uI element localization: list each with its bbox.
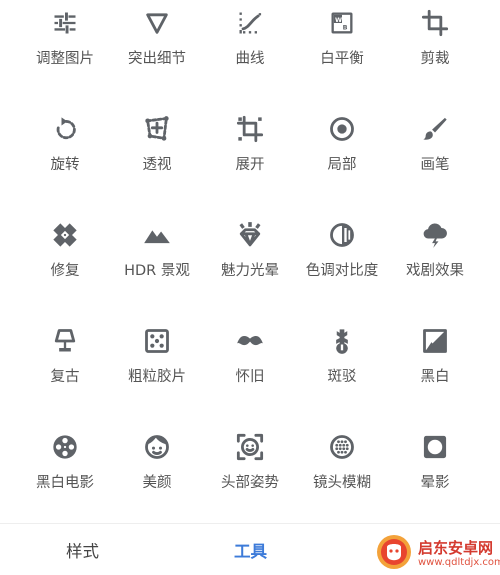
tool-head-pose[interactable]: 头部姿势 xyxy=(204,432,296,512)
tool-healing[interactable]: 修复 xyxy=(19,220,111,300)
tool-grainy-film[interactable]: 粗粒胶片 xyxy=(111,326,203,406)
tool-label: 斑驳 xyxy=(327,369,357,385)
mustache-icon xyxy=(235,326,265,356)
tool-crop[interactable]: 剪裁 xyxy=(389,8,481,88)
tool-hdr-scape[interactable]: HDR 景观 xyxy=(111,220,203,300)
tool-vintage[interactable]: 复古 xyxy=(19,326,111,406)
vintage-lamp-icon xyxy=(50,326,80,356)
mountains-icon xyxy=(142,220,172,250)
tool-label: 旋转 xyxy=(50,157,80,173)
black-white-photo-icon xyxy=(420,326,450,356)
tool-curves[interactable]: 曲线 xyxy=(204,8,296,88)
vignette-icon xyxy=(420,432,450,462)
tool-label: 粗粒胶片 xyxy=(128,369,186,385)
tonal-contrast-icon xyxy=(327,220,357,250)
tool-label: 展开 xyxy=(235,157,265,173)
tool-label: HDR 景观 xyxy=(124,263,190,279)
tool-label: 透视 xyxy=(142,157,172,173)
tool-label: 画笔 xyxy=(420,157,450,173)
tool-vignette[interactable]: 晕影 xyxy=(389,432,481,512)
tool-glamour-glow[interactable]: 魅力光晕 xyxy=(204,220,296,300)
tool-label: 美颜 xyxy=(142,475,172,491)
tool-label: 剪裁 xyxy=(420,51,450,67)
tool-label: 复古 xyxy=(50,369,80,385)
watermark-logo-icon xyxy=(377,535,411,569)
tool-face-enhance[interactable]: 美颜 xyxy=(111,432,203,512)
svg-text:W: W xyxy=(335,16,342,24)
crop-icon xyxy=(420,8,450,38)
tool-label: 曲线 xyxy=(235,51,265,67)
film-reel-icon xyxy=(50,432,80,462)
grainy-film-dice-icon xyxy=(142,326,172,356)
brush-icon xyxy=(420,114,450,144)
selective-target-icon xyxy=(327,114,357,144)
expand-icon xyxy=(235,114,265,144)
tool-selective[interactable]: 局部 xyxy=(296,114,388,194)
tool-label: 突出细节 xyxy=(128,51,186,67)
tool-label: 魅力光晕 xyxy=(221,263,279,279)
tool-label: 调整图片 xyxy=(36,51,94,67)
tool-label: 怀旧 xyxy=(235,369,265,385)
tool-perspective[interactable]: 透视 xyxy=(111,114,203,194)
healing-bandage-icon xyxy=(50,220,80,250)
face-icon xyxy=(142,432,172,462)
white-balance-icon: WB xyxy=(327,8,357,38)
watermark-url: www.qdltdjx.com xyxy=(418,557,500,568)
drama-cloud-icon xyxy=(420,220,450,250)
curves-icon xyxy=(235,8,265,38)
tool-expand[interactable]: 展开 xyxy=(204,114,296,194)
tools-grid: 调整图片 突出细节 曲线 WB 白平衡 剪裁 旋转 透视 展开 局部 画笔 修复… xyxy=(0,0,500,522)
tool-label: 头部姿势 xyxy=(221,475,279,491)
rotate-icon xyxy=(50,114,80,144)
tool-tune-image[interactable]: 调整图片 xyxy=(19,8,111,88)
tab-styles[interactable]: 样式 xyxy=(20,524,145,575)
tool-details[interactable]: 突出细节 xyxy=(111,8,203,88)
tool-label: 戏剧效果 xyxy=(406,263,464,279)
watermark-text: 启东安卓网 xyxy=(418,539,494,557)
tool-lens-blur[interactable]: 镜头模糊 xyxy=(296,432,388,512)
tool-label: 镜头模糊 xyxy=(313,475,371,491)
tool-brush[interactable]: 画笔 xyxy=(389,114,481,194)
tool-label: 色调对比度 xyxy=(305,263,379,279)
tool-tonal-contrast[interactable]: 色调对比度 xyxy=(296,220,388,300)
tool-black-white[interactable]: 黑白 xyxy=(389,326,481,406)
tool-label: 黑白电影 xyxy=(36,475,94,491)
tune-sliders-icon xyxy=(50,8,80,38)
grunge-guitar-icon xyxy=(327,326,357,356)
lens-blur-icon xyxy=(327,432,357,462)
tab-tools[interactable]: 工具 xyxy=(188,524,313,575)
svg-text:B: B xyxy=(343,23,348,31)
perspective-icon xyxy=(142,114,172,144)
details-triangle-icon xyxy=(142,8,172,38)
tool-drama[interactable]: 戏剧效果 xyxy=(389,220,481,300)
watermark: 启东安卓网 www.qdltdjx.com xyxy=(370,528,500,574)
tool-label: 白平衡 xyxy=(320,51,364,67)
tool-rotate[interactable]: 旋转 xyxy=(19,114,111,194)
glamour-diamond-icon xyxy=(235,220,265,250)
tool-label: 黑白 xyxy=(420,369,450,385)
tool-white-balance[interactable]: WB 白平衡 xyxy=(296,8,388,88)
tool-label: 晕影 xyxy=(420,475,450,491)
tool-label: 修复 xyxy=(50,263,80,279)
tool-retrolux[interactable]: 怀旧 xyxy=(204,326,296,406)
face-frame-icon xyxy=(235,432,265,462)
tool-grunge[interactable]: 斑驳 xyxy=(296,326,388,406)
tool-noir[interactable]: 黑白电影 xyxy=(19,432,111,512)
tool-label: 局部 xyxy=(327,157,357,173)
